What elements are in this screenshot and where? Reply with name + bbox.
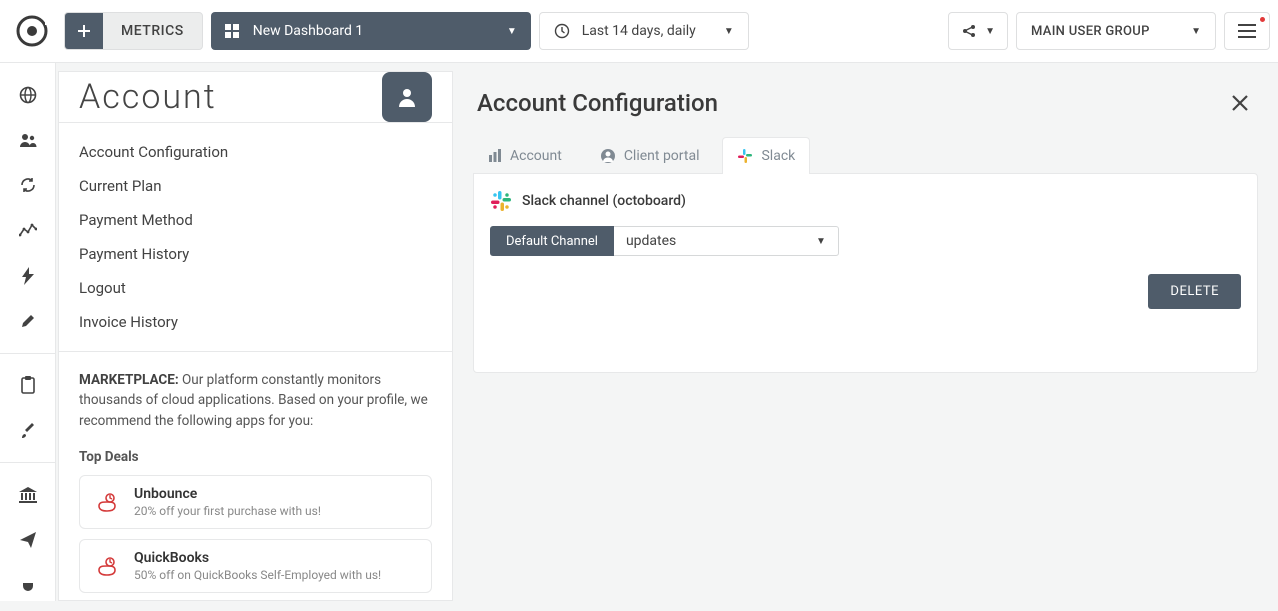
date-range-selector[interactable]: Last 14 days, daily ▼ (539, 12, 749, 50)
clock-icon (554, 23, 570, 39)
nav-invoice-history[interactable]: Invoice History (79, 305, 432, 339)
chevron-down-icon: ▼ (985, 26, 995, 37)
sidebar-nav: Account Configuration Current Plan Payme… (59, 123, 452, 352)
deal-desc: 50% off on QuickBooks Self-Employed with… (134, 568, 381, 582)
chevron-down-icon: ▼ (1191, 26, 1201, 37)
users-icon[interactable] (12, 124, 44, 155)
tab-label: Slack (761, 148, 795, 164)
channel-select[interactable]: updates ▼ (614, 226, 839, 256)
delete-button[interactable]: DELETE (1148, 274, 1241, 309)
channel-value: updates (626, 233, 676, 249)
default-channel-row: Default Channel updates ▼ (490, 226, 1241, 256)
nav-logout[interactable]: Logout (79, 271, 432, 305)
left-rail (0, 63, 56, 601)
main-panel: Account Configuration Account Client por… (453, 63, 1278, 601)
nav-payment-method[interactable]: Payment Method (79, 203, 432, 237)
nav-account-configuration[interactable]: Account Configuration (79, 135, 432, 169)
person-icon (600, 148, 616, 164)
deal-name: Unbounce (134, 486, 321, 502)
account-avatar-button[interactable] (382, 72, 432, 122)
bars-icon (488, 149, 502, 163)
dashboard-selector[interactable]: New Dashboard 1 ▼ (211, 12, 531, 50)
page-title: Account Configuration (477, 89, 718, 117)
deal-desc: 20% off your first purchase with us! (134, 504, 321, 518)
metrics-label: METRICS (103, 23, 202, 39)
topbar: METRICS New Dashboard 1 ▼ Last 14 days, … (0, 0, 1278, 63)
chevron-down-icon: ▼ (507, 26, 517, 37)
nav-current-plan[interactable]: Current Plan (79, 169, 432, 203)
menu-button[interactable] (1224, 12, 1270, 50)
usergroup-selector[interactable]: MAIN USER GROUP ▼ (1016, 12, 1216, 50)
sidebar-title: Account (79, 77, 217, 117)
close-icon (1231, 94, 1249, 112)
usergroup-label: MAIN USER GROUP (1031, 24, 1191, 39)
bank-icon[interactable] (12, 479, 44, 510)
deal-card[interactable]: QuickBooks 50% off on QuickBooks Self-Em… (79, 539, 432, 593)
hamburger-icon (1238, 24, 1256, 38)
analytics-icon[interactable] (12, 215, 44, 246)
globe-icon[interactable] (12, 79, 44, 110)
slack-icon (490, 190, 512, 212)
top-deals-label: Top Deals (79, 449, 432, 465)
tab-client-portal[interactable]: Client portal (585, 137, 715, 174)
send-icon[interactable] (12, 525, 44, 556)
grid-icon (225, 24, 239, 38)
chevron-down-icon: ▼ (816, 236, 826, 247)
dashboard-label: New Dashboard 1 (253, 23, 493, 39)
plus-icon (65, 12, 103, 50)
flash-icon[interactable] (12, 260, 44, 291)
metrics-button[interactable]: METRICS (64, 12, 203, 50)
slack-panel: Slack channel (octoboard) Default Channe… (473, 173, 1258, 373)
pencil-icon[interactable] (12, 305, 44, 336)
tab-label: Account (510, 148, 562, 164)
marketplace-section: MARKETPLACE: Our platform constantly mon… (59, 352, 452, 611)
clipboard-icon[interactable] (12, 370, 44, 401)
person-icon (396, 86, 418, 108)
nav-payment-history[interactable]: Payment History (79, 237, 432, 271)
tab-label: Client portal (624, 148, 700, 164)
refresh-icon[interactable] (12, 170, 44, 201)
plug-icon[interactable] (12, 570, 44, 601)
brush-icon[interactable] (12, 415, 44, 446)
marketplace-label: MARKETPLACE: (79, 372, 179, 388)
notification-dot (1260, 17, 1265, 22)
tab-slack[interactable]: Slack (722, 137, 810, 174)
sidebar-header: Account (59, 72, 452, 123)
account-sidebar: Account Account Configuration Current Pl… (58, 71, 453, 601)
slack-channel-title: Slack channel (octoboard) (522, 193, 686, 209)
deal-icon (94, 553, 120, 579)
close-button[interactable] (1226, 89, 1254, 117)
tabs: Account Client portal Slack (473, 137, 1258, 174)
chevron-down-icon: ▼ (724, 26, 734, 37)
deal-name: QuickBooks (134, 550, 381, 566)
slack-icon (737, 148, 753, 164)
app-logo[interactable] (8, 7, 56, 55)
tab-account[interactable]: Account (473, 137, 577, 174)
deal-card[interactable]: Unbounce 20% off your first purchase wit… (79, 475, 432, 529)
share-icon (961, 23, 977, 39)
share-button[interactable]: ▼ (948, 12, 1008, 50)
deal-icon (94, 489, 120, 515)
default-channel-label: Default Channel (490, 226, 614, 256)
date-label: Last 14 days, daily (582, 23, 712, 39)
